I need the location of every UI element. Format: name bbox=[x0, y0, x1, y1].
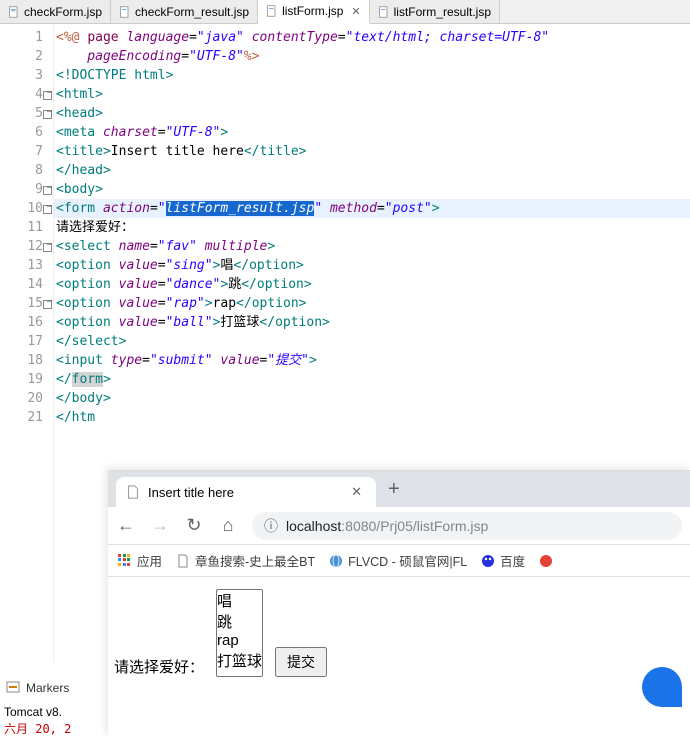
editor-tab-checkform[interactable]: checkForm.jsp bbox=[0, 0, 111, 23]
markers-tab[interactable]: Markers bbox=[26, 681, 69, 695]
selected-text: listForm_result.jsp bbox=[166, 201, 315, 216]
server-name: Tomcat v8. bbox=[0, 705, 62, 719]
apps-icon bbox=[118, 554, 132, 568]
line-number: 17 bbox=[0, 332, 53, 351]
line-number: 19 bbox=[0, 370, 53, 389]
line-gutter: 1 2 3 4 5 6 7 8 9 10 11 12 13 14 15 16 1… bbox=[0, 24, 54, 662]
submit-button[interactable]: 提交 bbox=[275, 647, 327, 677]
bookmark-bar: 应用 章鱼搜索-史上最全BT FLVCD - 硕鼠官网|FL 百度 bbox=[108, 545, 690, 577]
site-info-icon[interactable]: ⓘ bbox=[264, 516, 278, 536]
floating-action-button[interactable] bbox=[642, 667, 682, 707]
line-number: 16 bbox=[0, 313, 53, 332]
back-button[interactable]: ← bbox=[116, 515, 136, 536]
tab-label: listForm_result.jsp bbox=[394, 5, 491, 19]
tab-label: checkForm.jsp bbox=[24, 5, 102, 19]
browser-tab-title: Insert title here bbox=[148, 485, 234, 500]
line-number: 15 bbox=[0, 294, 53, 313]
highlighted-line: <form action="listForm_result.jsp" metho… bbox=[54, 199, 690, 218]
jsp-file-icon bbox=[378, 6, 390, 18]
globe-icon bbox=[329, 554, 343, 568]
browser-toolbar: ← → ↻ ⌂ ⓘ localhost:8080/Prj05/listForm.… bbox=[108, 507, 690, 545]
line-number: 14 bbox=[0, 275, 53, 294]
line-number: 7 bbox=[0, 142, 53, 161]
bottom-panel-tabs: Markers bbox=[0, 677, 69, 699]
tab-label: checkForm_result.jsp bbox=[135, 5, 249, 19]
line-number: 12 bbox=[0, 237, 53, 256]
line-number: 2 bbox=[0, 47, 53, 66]
line-number: 5 bbox=[0, 104, 53, 123]
close-icon[interactable]: ✕ bbox=[347, 484, 366, 500]
baidu-icon bbox=[481, 554, 495, 568]
home-button[interactable]: ⌂ bbox=[218, 515, 238, 536]
document-icon bbox=[126, 485, 140, 499]
forward-button[interactable]: → bbox=[150, 515, 170, 536]
fav-select[interactable]: 唱 跳 rap 打篮球 bbox=[216, 589, 263, 677]
form-label: 请选择爱好： bbox=[114, 656, 204, 677]
bookmark-item[interactable] bbox=[539, 554, 553, 568]
line-number: 11 bbox=[0, 218, 53, 237]
editor-tab-bar: checkForm.jsp checkForm_result.jsp listF… bbox=[0, 0, 690, 24]
jsp-file-icon bbox=[266, 5, 278, 17]
line-number: 18 bbox=[0, 351, 53, 370]
browser-tab[interactable]: Insert title here ✕ bbox=[116, 477, 376, 507]
jsp-file-icon bbox=[8, 6, 20, 18]
page-body: 请选择爱好： 唱 跳 rap 打篮球 提交 bbox=[108, 577, 690, 689]
bookmark-item[interactable]: FLVCD - 硕鼠官网|FL bbox=[329, 551, 467, 570]
line-number: 4 bbox=[0, 85, 53, 104]
select-option[interactable]: 跳 bbox=[217, 611, 262, 632]
tab-label: listForm.jsp bbox=[282, 4, 343, 18]
apps-button[interactable]: 应用 bbox=[118, 551, 162, 570]
document-icon bbox=[176, 554, 190, 568]
select-option[interactable]: 唱 bbox=[217, 590, 262, 611]
line-number: 1 bbox=[0, 28, 53, 47]
favicon-icon bbox=[539, 554, 553, 568]
line-number: 6 bbox=[0, 123, 53, 142]
new-tab-button[interactable]: + bbox=[376, 478, 412, 501]
editor-tab-listform-result[interactable]: listForm_result.jsp bbox=[370, 0, 500, 23]
line-number: 20 bbox=[0, 389, 53, 408]
browser-tab-bar: Insert title here ✕ + bbox=[108, 471, 690, 507]
markers-icon bbox=[6, 681, 20, 695]
console-output: 六月 20, 2 bbox=[0, 720, 71, 737]
editor-tab-listform[interactable]: listForm.jsp ✕ bbox=[258, 0, 370, 24]
close-icon[interactable]: ✕ bbox=[351, 5, 360, 18]
url-host: localhost bbox=[286, 518, 341, 534]
line-number: 21 bbox=[0, 408, 53, 427]
line-number: 9 bbox=[0, 180, 53, 199]
line-number: 8 bbox=[0, 161, 53, 180]
line-number: 13 bbox=[0, 256, 53, 275]
jsp-file-icon bbox=[119, 6, 131, 18]
select-option[interactable]: 打篮球 bbox=[217, 650, 262, 671]
line-number: 10 bbox=[0, 199, 53, 218]
address-bar[interactable]: ⓘ localhost:8080/Prj05/listForm.jsp bbox=[252, 512, 682, 540]
reload-button[interactable]: ↻ bbox=[184, 515, 204, 536]
browser-window: Insert title here ✕ + ← → ↻ ⌂ ⓘ localhos… bbox=[108, 470, 690, 737]
line-number: 3 bbox=[0, 66, 53, 85]
select-option[interactable]: rap bbox=[217, 632, 262, 650]
url-path: :8080/Prj05/listForm.jsp bbox=[341, 518, 488, 534]
bookmark-item[interactable]: 百度 bbox=[481, 551, 525, 570]
editor-tab-checkform-result[interactable]: checkForm_result.jsp bbox=[111, 0, 258, 23]
bookmark-item[interactable]: 章鱼搜索-史上最全BT bbox=[176, 551, 315, 570]
